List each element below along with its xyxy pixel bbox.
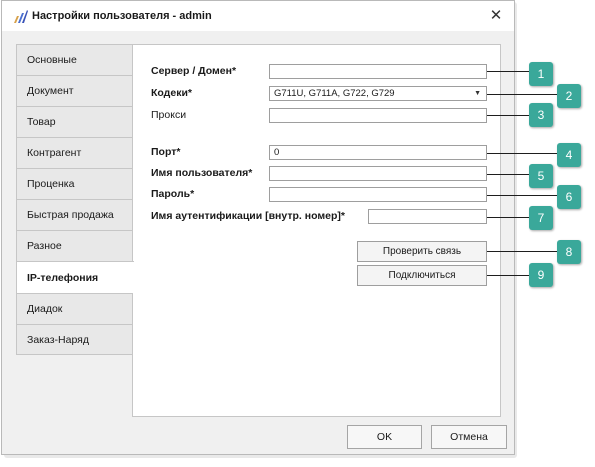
callout-badge-7: 7 xyxy=(529,206,553,230)
username-input[interactable] xyxy=(269,166,487,181)
tab-product[interactable]: Товар xyxy=(16,106,133,137)
password-label: Пароль* xyxy=(151,188,195,200)
callout-badge-8: 8 xyxy=(557,240,581,264)
auth-name-label: Имя аутентификации [внутр. номер]* xyxy=(151,210,345,222)
settings-dialog: Настройки пользователя - admin ✕ Основны… xyxy=(1,0,515,455)
callout-line-8 xyxy=(487,251,557,252)
callout-line-3 xyxy=(487,115,529,116)
cancel-button[interactable]: Отмена xyxy=(431,425,507,449)
tab-document[interactable]: Документ xyxy=(16,75,133,106)
proxy-input[interactable] xyxy=(269,108,487,123)
window-title: Настройки пользователя - admin xyxy=(32,10,212,22)
port-label: Порт* xyxy=(151,146,181,158)
callout-badge-1: 1 xyxy=(529,62,553,86)
auth-name-input[interactable] xyxy=(368,209,487,224)
tab-pricing[interactable]: Проценка xyxy=(16,168,133,199)
port-input[interactable]: 0 xyxy=(269,145,487,160)
tab-misc[interactable]: Разное xyxy=(16,230,133,261)
codecs-label: Кодеки* xyxy=(151,87,192,99)
codecs-select[interactable]: G711U, G711A, G722, G729 ▼ xyxy=(269,86,487,101)
check-connection-button[interactable]: Проверить связь xyxy=(357,241,487,262)
codecs-value: G711U, G711A, G722, G729 xyxy=(274,88,395,99)
tab-general[interactable]: Основные xyxy=(16,44,133,75)
callout-line-4 xyxy=(487,153,557,154)
connect-button[interactable]: Подключиться xyxy=(357,265,487,286)
tab-quick-sale[interactable]: Быстрая продажа xyxy=(16,199,133,230)
chevron-down-icon: ▼ xyxy=(474,90,481,97)
callout-line-1 xyxy=(487,71,529,72)
callout-badge-2: 2 xyxy=(557,84,581,108)
password-input[interactable] xyxy=(269,187,487,202)
callout-badge-3: 3 xyxy=(529,103,553,127)
tab-counterparty[interactable]: Контрагент xyxy=(16,137,133,168)
callout-badge-6: 6 xyxy=(557,185,581,209)
proxy-label: Прокси xyxy=(151,109,187,121)
callout-badge-5: 5 xyxy=(529,164,553,188)
ok-button[interactable]: OK xyxy=(347,425,422,449)
callout-line-5 xyxy=(487,174,529,175)
settings-sidebar: Основные Документ Товар Контрагент Проце… xyxy=(16,44,134,355)
callout-line-2 xyxy=(487,94,557,95)
callout-line-9 xyxy=(487,275,529,276)
callout-line-7 xyxy=(487,217,529,218)
tab-work-order[interactable]: Заказ-Наряд xyxy=(16,324,133,355)
callout-badge-9: 9 xyxy=(529,263,553,287)
close-icon[interactable]: ✕ xyxy=(487,7,505,25)
callout-badge-4: 4 xyxy=(557,143,581,167)
tab-ip-telephony[interactable]: IP-телефония xyxy=(16,261,134,293)
server-label: Сервер / Домен* xyxy=(151,65,237,77)
app-logo-icon xyxy=(14,10,28,23)
username-label: Имя пользователя* xyxy=(151,167,253,179)
server-input[interactable] xyxy=(269,64,487,79)
tab-diadoc[interactable]: Диадок xyxy=(16,293,133,324)
callout-line-6 xyxy=(487,195,557,196)
title-bar: Настройки пользователя - admin ✕ xyxy=(2,1,514,31)
